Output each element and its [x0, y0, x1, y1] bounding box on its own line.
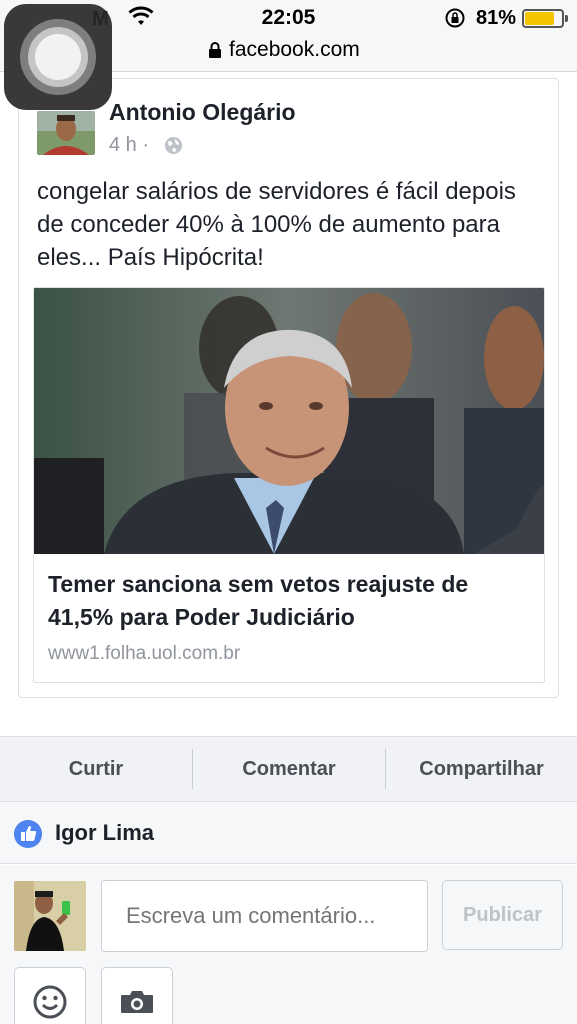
likes-summary[interactable]: Igor Lima [0, 802, 577, 864]
liker-name[interactable]: Igor Lima [55, 820, 154, 846]
link-image[interactable] [34, 288, 545, 554]
battery-percent: 81% [476, 7, 517, 29]
battery-icon [522, 9, 568, 28]
thumbs-up-icon [14, 820, 42, 848]
link-domain: www1.folha.uol.com.br [48, 643, 241, 664]
author-name[interactable]: Antonio Olegário [109, 99, 296, 126]
link-title[interactable]: Temer sanciona sem vetos reajuste de 41,… [48, 568, 528, 634]
padlock-icon [209, 42, 221, 58]
smiley-icon [33, 985, 67, 1019]
camera-button[interactable] [101, 967, 173, 1024]
publish-button[interactable]: Publicar [442, 880, 563, 950]
url-text: facebook.com [229, 38, 360, 61]
comment-input[interactable] [101, 880, 428, 952]
assistive-touch-button[interactable] [4, 4, 112, 110]
assistive-ring-inner [35, 34, 81, 80]
globe-icon [164, 136, 183, 155]
post-card: Antonio Olegário 4 h · congelar salários… [18, 78, 559, 698]
author-avatar[interactable] [37, 111, 95, 155]
battery-fill [525, 12, 555, 25]
action-bar: Curtir Comentar Compartilhar [0, 736, 577, 802]
share-button[interactable]: Compartilhar [386, 737, 577, 801]
camera-icon [121, 991, 153, 1013]
post-time[interactable]: 4 h · [109, 134, 149, 157]
post-text: congelar salários de servidores é fácil … [37, 178, 516, 271]
link-preview[interactable]: Temer sanciona sem vetos reajuste de 41,… [33, 287, 545, 683]
like-button[interactable]: Curtir [0, 737, 192, 801]
emoji-button[interactable] [14, 967, 86, 1024]
comment-button[interactable]: Comentar [193, 737, 385, 801]
my-avatar [14, 881, 86, 951]
comment-composer: Publicar [0, 865, 577, 1024]
rotation-lock-icon [445, 8, 465, 28]
